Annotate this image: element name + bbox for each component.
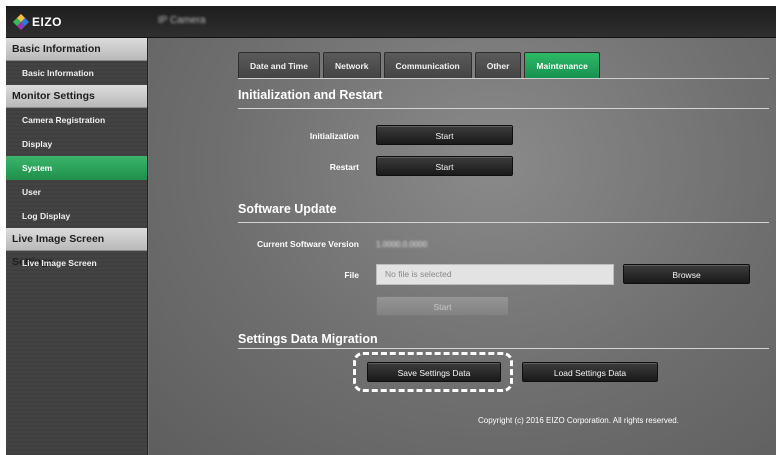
eizo-logo-icon bbox=[13, 14, 29, 30]
restart-start-button[interactable]: Start bbox=[376, 156, 513, 176]
sidebar-heading-monitor-settings: Monitor Settings bbox=[6, 85, 147, 108]
tab-maintenance[interactable]: Maintenance bbox=[524, 52, 600, 78]
tab-date-and-time[interactable]: Date and Time bbox=[238, 52, 320, 78]
eizo-logo: EIZO bbox=[12, 12, 74, 32]
file-path-input[interactable]: No file is selected bbox=[376, 264, 614, 285]
section-title-initialization-restart: Initialization and Restart bbox=[238, 88, 383, 102]
section-title-settings-data-migration: Settings Data Migration bbox=[238, 332, 378, 346]
initialization-start-button[interactable]: Start bbox=[376, 125, 513, 145]
sidebar-item-user[interactable]: User bbox=[6, 180, 147, 204]
load-settings-data-button[interactable]: Load Settings Data bbox=[522, 362, 658, 382]
sidebar-item-display[interactable]: Display bbox=[6, 132, 147, 156]
app-window: EIZO IP Camera Basic Information Basic I… bbox=[6, 6, 776, 455]
header-bar: EIZO IP Camera bbox=[6, 6, 776, 38]
software-update-start-button[interactable]: Start bbox=[376, 296, 509, 316]
sidebar-item-basic-information[interactable]: Basic Information bbox=[6, 61, 147, 85]
tab-other[interactable]: Other bbox=[474, 52, 522, 78]
sidebar-heading-live-image-screen-settings: Live Image Screen Settings bbox=[6, 228, 147, 268]
section-divider bbox=[238, 108, 769, 109]
file-label: File bbox=[344, 270, 359, 280]
sidebar: Basic Information Basic Information Moni… bbox=[6, 38, 148, 455]
tab-bar: Date and Time Network Communication Othe… bbox=[238, 52, 600, 78]
tab-network[interactable]: Network bbox=[322, 52, 381, 78]
current-software-version-value: 1.0000.0.0000 bbox=[376, 240, 428, 249]
tab-communication[interactable]: Communication bbox=[383, 52, 472, 78]
logo-text: EIZO bbox=[32, 15, 63, 29]
tab-divider bbox=[238, 78, 769, 79]
browse-button[interactable]: Browse bbox=[623, 264, 750, 284]
initialization-label: Initialization bbox=[309, 131, 359, 141]
sidebar-heading-basic-information: Basic Information bbox=[6, 38, 147, 61]
save-settings-data-button[interactable]: Save Settings Data bbox=[367, 362, 501, 382]
main-panel: Date and Time Network Communication Othe… bbox=[149, 38, 776, 455]
section-divider bbox=[238, 348, 769, 349]
sidebar-item-live-image-screen[interactable]: Live Image Screen bbox=[6, 251, 147, 275]
section-divider bbox=[238, 222, 769, 223]
restart-label: Restart bbox=[329, 162, 359, 172]
sidebar-item-system[interactable]: System bbox=[6, 156, 147, 180]
sidebar-item-camera-registration[interactable]: Camera Registration bbox=[6, 108, 147, 132]
copyright-text: Copyright (c) 2016 EIZO Corporation. All… bbox=[478, 416, 679, 425]
sidebar-item-log-display[interactable]: Log Display bbox=[6, 204, 147, 228]
current-software-version-label: Current Software Version bbox=[256, 239, 359, 249]
section-title-software-update: Software Update bbox=[238, 202, 337, 216]
device-name: IP Camera bbox=[158, 15, 206, 26]
